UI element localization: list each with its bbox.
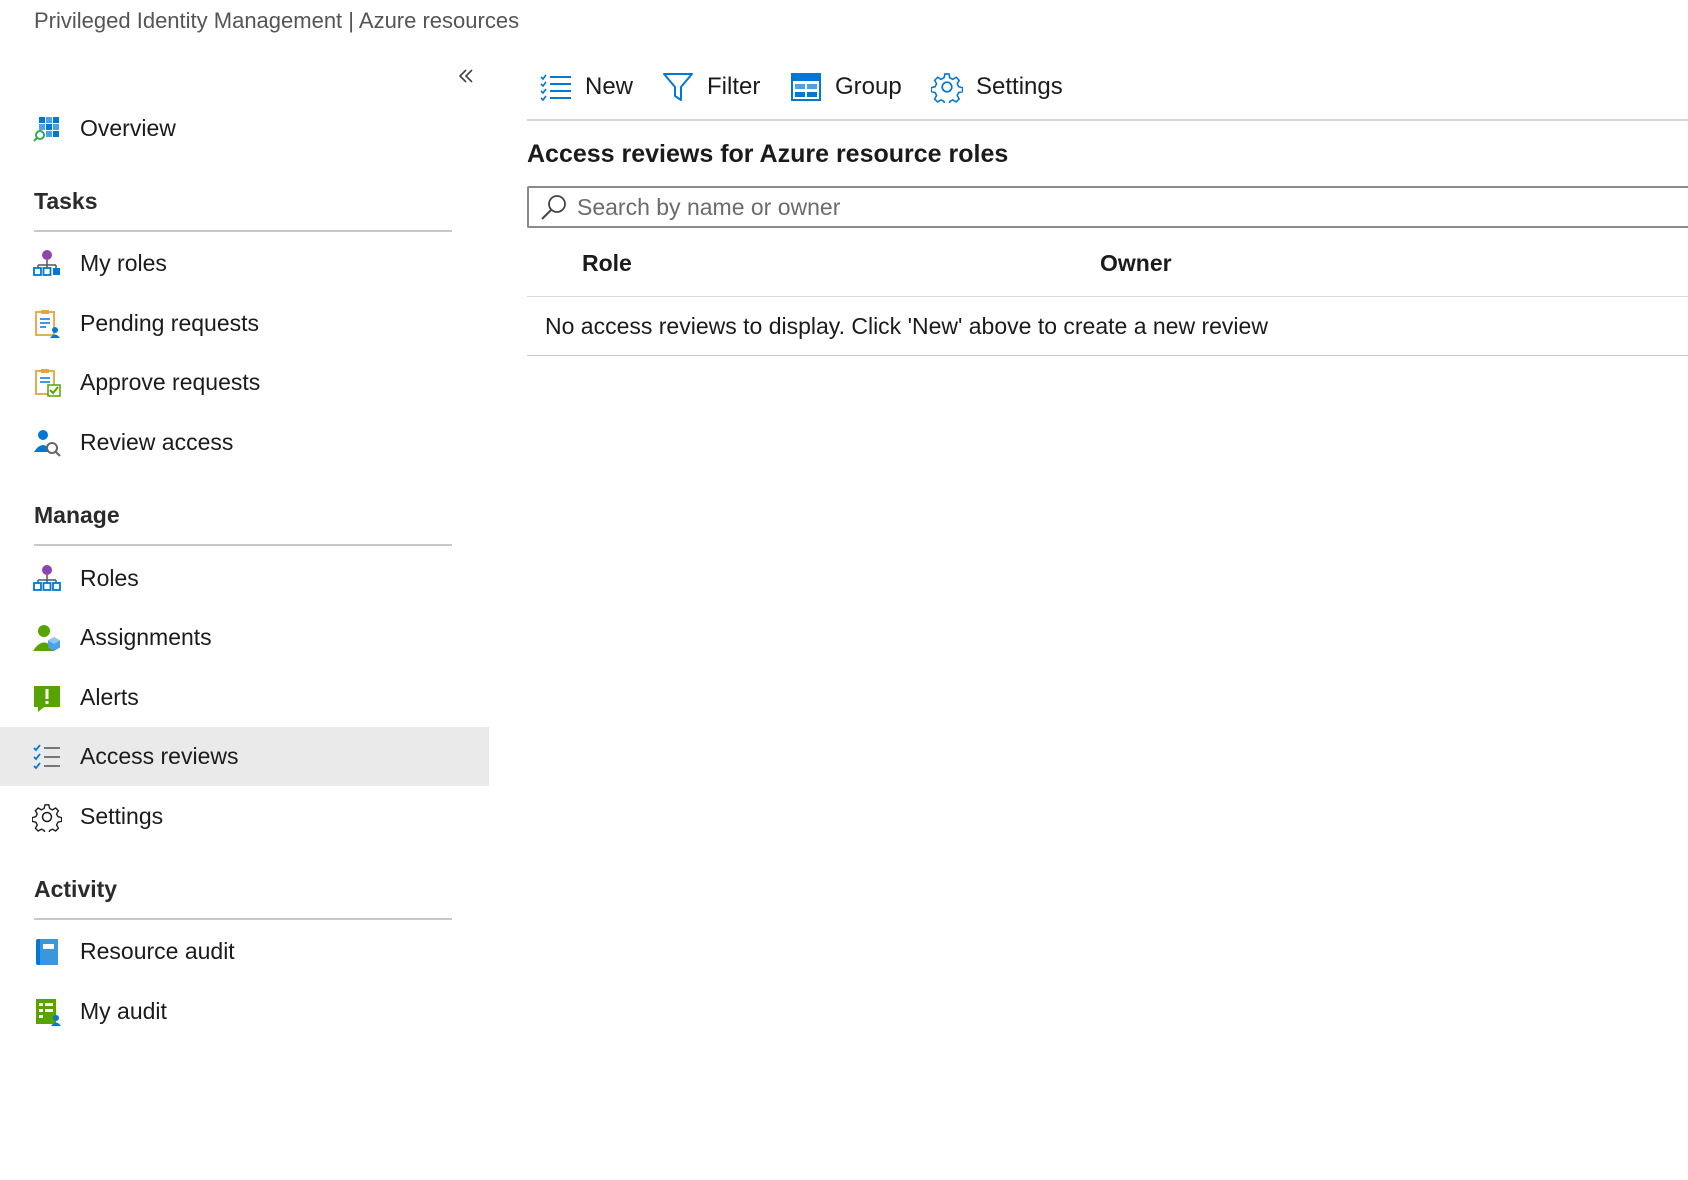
sidebar-item-label: Approve requests: [80, 369, 261, 395]
search-icon: [539, 192, 569, 222]
alerts-icon: [32, 683, 62, 713]
review-access-icon: [32, 428, 62, 458]
section-title-tasks: Tasks: [34, 188, 98, 214]
my-roles-icon: [32, 249, 62, 279]
resource-audit-icon: [32, 937, 62, 967]
gear-icon: [930, 70, 964, 104]
group-button[interactable]: Group: [789, 64, 902, 110]
sidebar-item-label: Alerts: [80, 684, 139, 710]
section-title-activity: Activity: [34, 876, 118, 902]
section-divider: [34, 230, 452, 232]
empty-state-message: No access reviews to display. Click 'New…: [545, 313, 1268, 339]
sidebar-item-label: Access reviews: [80, 743, 239, 769]
my-audit-icon: [32, 997, 62, 1027]
new-button-label: New: [585, 73, 634, 100]
table-header-divider: [527, 296, 1688, 297]
sidebar-item-my-roles[interactable]: My roles: [0, 234, 489, 293]
gear-icon: [32, 802, 62, 832]
section-divider: [34, 544, 452, 546]
sidebar-item-label: Assignments: [80, 624, 212, 650]
double-chevron-left-icon: [458, 69, 473, 83]
sidebar-item-label: Roles: [80, 565, 139, 591]
new-button[interactable]: New: [539, 64, 633, 110]
pending-requests-icon: [32, 309, 62, 339]
command-bar: New Filter Group Settings: [527, 64, 1688, 114]
roles-icon: [32, 564, 62, 594]
settings-button[interactable]: Settings: [930, 64, 1063, 110]
toolbar-divider: [527, 119, 1688, 121]
group-button-label: Group: [835, 73, 902, 100]
new-list-icon: [539, 70, 573, 104]
sidebar-item-label: My audit: [80, 998, 167, 1024]
sidebar-item-resource-audit[interactable]: Resource audit: [0, 922, 489, 981]
sidebar-item-label: Overview: [80, 115, 176, 141]
sidebar-item-overview[interactable]: Overview: [0, 99, 489, 158]
filter-funnel-icon: [661, 70, 695, 104]
assignments-icon: [32, 623, 62, 653]
sidebar-item-label: Pending requests: [80, 310, 260, 336]
sidebar-item-label: Settings: [80, 803, 164, 829]
table-row-divider: [527, 355, 1688, 356]
column-header-owner[interactable]: Owner: [1100, 250, 1172, 277]
overview-grid-icon: [32, 114, 62, 144]
sidebar-item-label: Review access: [80, 429, 234, 455]
group-table-icon: [789, 70, 823, 104]
page-subtitle: Privileged Identity Management | Azure r…: [34, 8, 520, 33]
sidebar-item-alerts[interactable]: Alerts: [0, 668, 489, 727]
settings-button-label: Settings: [976, 73, 1063, 100]
sidebar-item-my-audit[interactable]: My audit: [0, 982, 489, 1041]
search-input[interactable]: [575, 192, 1579, 222]
sidebar-item-label: Resource audit: [80, 938, 235, 964]
collapse-sidebar-button[interactable]: [452, 62, 480, 90]
sidebar-item-assignments[interactable]: Assignments: [0, 608, 489, 667]
sidebar-item-access-reviews[interactable]: Access reviews: [0, 727, 489, 786]
section-divider: [34, 918, 452, 920]
search-box[interactable]: [527, 186, 1688, 228]
sidebar-item-roles[interactable]: Roles: [0, 549, 489, 608]
page-title: Access reviews for Azure resource roles: [527, 140, 1009, 168]
sidebar: Overview Tasks My roles Pending requests…: [0, 56, 489, 1156]
access-reviews-icon: [32, 742, 62, 772]
column-header-role[interactable]: Role: [582, 250, 632, 277]
sidebar-item-approve-requests[interactable]: Approve requests: [0, 353, 489, 412]
sidebar-item-settings[interactable]: Settings: [0, 787, 489, 846]
approve-requests-icon: [32, 368, 62, 398]
section-title-manage: Manage: [34, 502, 120, 528]
pim-access-reviews-page: Privileged Identity Management | Azure r…: [0, 0, 1688, 1180]
filter-button[interactable]: Filter: [661, 64, 760, 110]
sidebar-item-label: My roles: [80, 250, 167, 276]
sidebar-item-pending-requests[interactable]: Pending requests: [0, 294, 489, 353]
filter-button-label: Filter: [707, 73, 761, 100]
sidebar-item-review-access[interactable]: Review access: [0, 413, 489, 472]
